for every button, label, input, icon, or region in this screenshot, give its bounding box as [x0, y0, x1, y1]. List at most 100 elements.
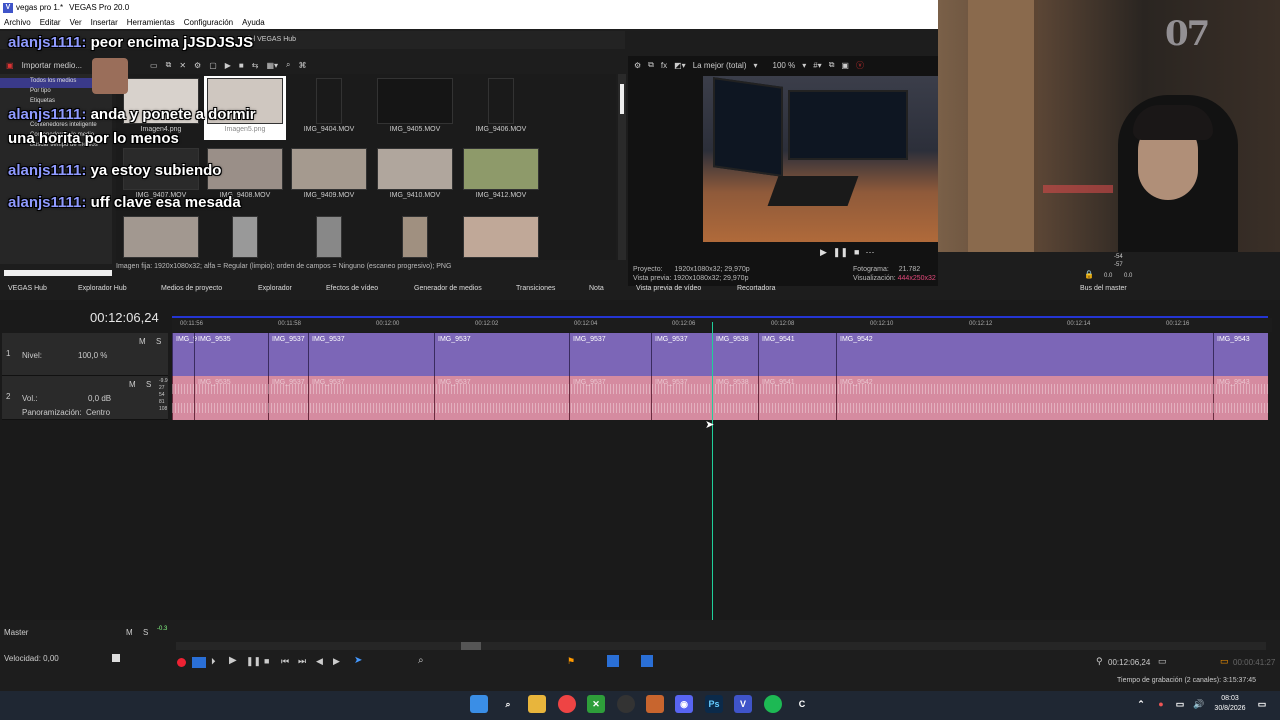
menu-archivo[interactable]: Archivo: [4, 18, 31, 27]
discord-icon[interactable]: ◉: [675, 695, 693, 713]
pause-icon[interactable]: ❚❚: [246, 656, 261, 667]
media-item[interactable]: IMG_9412.MOV: [460, 148, 542, 199]
auto-preview-icon[interactable]: ⇆: [252, 61, 259, 70]
save-snapshot-icon[interactable]: ▣: [841, 61, 849, 70]
audio-clip[interactable]: IMG_9537: [569, 376, 651, 420]
chevron-down-icon[interactable]: ▾: [754, 61, 758, 70]
video-clip[interactable]: IMG_9538: [712, 333, 758, 376]
media-item[interactable]: [120, 216, 202, 258]
tab-vegas-hub[interactable]: VEGAS Hub: [8, 285, 47, 292]
play-icon[interactable]: ▶: [229, 655, 237, 666]
remove-icon[interactable]: ✕: [179, 61, 186, 70]
tree-scrollbar[interactable]: [4, 270, 112, 276]
video-clip[interactable]: IMG_9: [172, 333, 197, 376]
preview-zoom-select[interactable]: 100 %: [773, 61, 796, 70]
obs-icon[interactable]: [617, 695, 635, 713]
tab-efectos-video[interactable]: Efectos de vídeo: [326, 285, 378, 292]
menu-ver[interactable]: Ver: [70, 18, 82, 27]
media-item[interactable]: [374, 216, 456, 258]
cursor-tool-icon[interactable]: ➤: [354, 655, 362, 666]
solo-button[interactable]: S: [156, 337, 161, 346]
media-item[interactable]: IMG_9405.MOV: [374, 78, 456, 133]
lock-icon[interactable]: 🔒: [1084, 270, 1094, 279]
tab-medios-proyecto[interactable]: Medios de proyecto: [161, 285, 222, 292]
properties-icon[interactable]: ⚙: [194, 61, 201, 70]
tag-icon[interactable]: ⌘: [299, 61, 307, 70]
media-item[interactable]: [460, 216, 542, 258]
tab-transiciones[interactable]: Transiciones: [516, 285, 555, 292]
tab-bus-master[interactable]: Bus del master: [1080, 285, 1127, 292]
video-clip[interactable]: IMG_9537: [651, 333, 712, 376]
video-clip[interactable]: IMG_9537: [434, 333, 569, 376]
marker-icon[interactable]: ⚑: [567, 656, 575, 667]
menu-configuracion[interactable]: Configuración: [184, 18, 233, 27]
go-end-icon[interactable]: ⏭: [298, 656, 306, 667]
media-item[interactable]: IMG_9409.MOV: [288, 148, 370, 199]
tab-nota[interactable]: Nota: [589, 285, 604, 292]
photoshop-icon[interactable]: Ps: [705, 695, 723, 713]
stop-icon[interactable]: ■: [239, 61, 244, 70]
envelope-icon[interactable]: [641, 655, 653, 667]
media-fx-icon[interactable]: ▢: [209, 61, 217, 70]
video-clip[interactable]: IMG_9535: [194, 333, 268, 376]
tab-explorador-hub[interactable]: Explorador Hub: [78, 285, 127, 292]
video-track-header[interactable]: 1 Nivel: 100,0 % M S: [2, 333, 168, 376]
video-fx-icon[interactable]: fx: [661, 61, 667, 70]
tray-chevron-icon[interactable]: ⌃: [1132, 695, 1150, 713]
mute-button[interactable]: M: [129, 380, 136, 389]
split-screen-icon[interactable]: ◩▾: [674, 61, 686, 70]
video-clip[interactable]: IMG_9537: [268, 333, 308, 376]
audio-clip[interactable]: IMG_9537: [434, 376, 569, 420]
solo-button[interactable]: S: [146, 380, 151, 389]
video-clip[interactable]: IMG_9537: [569, 333, 651, 376]
tab-explorador[interactable]: Explorador: [258, 285, 292, 292]
audio-clip[interactable]: IMG_9542: [836, 376, 1213, 420]
get-media-icon[interactable]: ⧉: [166, 60, 172, 70]
mute-button[interactable]: M: [139, 337, 146, 346]
menu-ayuda[interactable]: Ayuda: [242, 18, 265, 27]
overlays-icon[interactable]: #▾: [813, 61, 821, 70]
windows-start-icon[interactable]: [470, 695, 488, 713]
menu-insertar[interactable]: Insertar: [91, 18, 118, 27]
audio-clip[interactable]: IMG_9538: [712, 376, 758, 420]
loop-icon[interactable]: [192, 657, 206, 668]
preview-stop-icon[interactable]: ■: [854, 247, 859, 259]
app-c-icon[interactable]: C: [793, 695, 811, 713]
tab-generador-medios[interactable]: Generador de medios: [414, 285, 482, 292]
media-item[interactable]: [288, 216, 370, 258]
spotify-icon[interactable]: [764, 695, 782, 713]
notification-icon[interactable]: ▭: [1253, 695, 1271, 713]
preview-settings-icon[interactable]: ⚙: [634, 61, 641, 70]
audio-clip[interactable]: IMG_9543: [1213, 376, 1268, 420]
playhead-cursor[interactable]: [712, 322, 713, 620]
selection-icon[interactable]: ▭: [1158, 656, 1167, 667]
video-clip[interactable]: IMG_9543: [1213, 333, 1268, 376]
vegas-v-icon[interactable]: ⓥ: [856, 60, 864, 71]
media-item[interactable]: IMG_9404.MOV: [288, 78, 370, 133]
taskbar-clock[interactable]: 08:03 30/8/2026: [1212, 694, 1248, 714]
microphone-icon[interactable]: ●: [1152, 695, 1170, 713]
chrome-icon[interactable]: [558, 695, 576, 713]
chevron-down-icon[interactable]: ▾: [802, 61, 806, 70]
file-explorer-icon[interactable]: [528, 695, 546, 713]
audio-clip[interactable]: IMG_9541: [758, 376, 836, 420]
audio-clip[interactable]: IMG_9537: [268, 376, 308, 420]
preview-play-icon[interactable]: ▶: [820, 247, 827, 259]
vegas-taskbar-icon[interactable]: V: [734, 695, 752, 713]
network-icon[interactable]: ▭: [1171, 695, 1189, 713]
audio-track-header[interactable]: 2 Vol.: 0,0 dB Panoramización: Centro M …: [2, 376, 168, 420]
audio-clip[interactable]: IMG_9535: [194, 376, 268, 420]
volume-icon[interactable]: 🔊: [1190, 695, 1208, 713]
video-clip[interactable]: IMG_9541: [758, 333, 836, 376]
stop-icon[interactable]: ■: [264, 656, 269, 666]
audio-clip[interactable]: IMG_9537: [651, 376, 712, 420]
preview-quality-select[interactable]: La mejor (total): [693, 61, 747, 70]
copy-snapshot-icon[interactable]: ⧉: [829, 60, 835, 70]
media-item[interactable]: IMG_9406.MOV: [460, 78, 542, 133]
preview-pause-icon[interactable]: ❚❚: [833, 247, 848, 259]
prev-frame-icon[interactable]: ◀: [316, 656, 323, 667]
record-icon[interactable]: [177, 658, 186, 667]
views-icon[interactable]: ▦▾: [266, 61, 278, 70]
master-mute[interactable]: M: [126, 628, 133, 637]
menu-herramientas[interactable]: Herramientas: [127, 18, 175, 27]
